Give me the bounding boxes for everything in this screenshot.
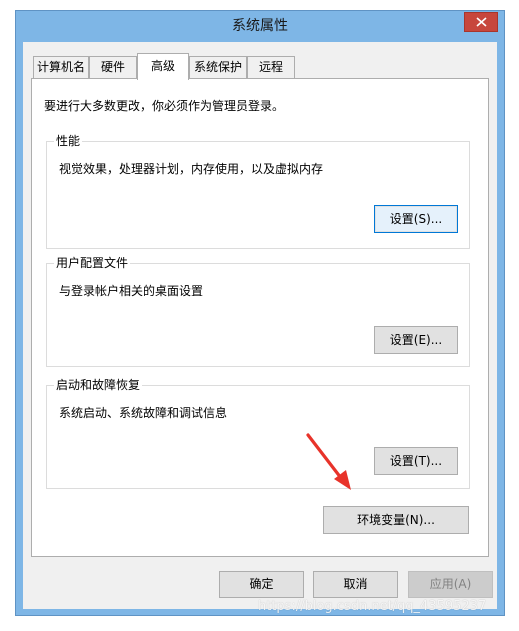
tab-advanced[interactable]: 高级 <box>137 53 189 80</box>
tab-remote[interactable]: 远程 <box>247 56 295 78</box>
tab-system-protection[interactable]: 系统保护 <box>189 56 247 78</box>
performance-group: 性能 视觉效果，处理器计划，内存使用，以及虚拟内存 设置(S)... <box>46 133 470 249</box>
system-properties-window: 系统属性 计算机名 硬件 高级 系统保护 远程 要进行大多数更改，你必须作为管理… <box>15 10 505 616</box>
user-profiles-label: 用户配置文件 <box>54 255 131 271</box>
dialog-client-area: 计算机名 硬件 高级 系统保护 远程 要进行大多数更改，你必须作为管理员登录。 … <box>23 42 497 609</box>
close-icon <box>476 17 487 27</box>
ok-button[interactable]: 确定 <box>219 571 304 598</box>
cancel-button[interactable]: 取消 <box>313 571 398 598</box>
tab-hardware[interactable]: 硬件 <box>89 56 137 78</box>
startup-recovery-description: 系统启动、系统故障和调试信息 <box>59 406 228 420</box>
user-profiles-description: 与登录帐户相关的桌面设置 <box>59 284 204 298</box>
startup-recovery-settings-button[interactable]: 设置(T)... <box>374 447 458 475</box>
startup-recovery-group: 启动和故障恢复 系统启动、系统故障和调试信息 设置(T)... <box>46 377 470 489</box>
user-profiles-group: 用户配置文件 与登录帐户相关的桌面设置 设置(E)... <box>46 255 470 367</box>
title-bar[interactable]: 系统属性 <box>16 11 504 42</box>
admin-notice: 要进行大多数更改，你必须作为管理员登录。 <box>44 99 285 113</box>
environment-variables-button[interactable]: 环境变量(N)... <box>323 506 469 534</box>
red-arrow-icon <box>306 433 351 490</box>
startup-recovery-label: 启动和故障恢复 <box>54 377 143 393</box>
close-button[interactable] <box>464 12 498 32</box>
performance-label: 性能 <box>54 133 83 149</box>
tab-computer-name[interactable]: 计算机名 <box>33 56 89 78</box>
watermark-text: https://blog.csdn.net/qq_43595237 <box>258 599 487 614</box>
performance-description: 视觉效果，处理器计划，内存使用，以及虚拟内存 <box>59 162 324 176</box>
apply-button[interactable]: 应用(A) <box>408 571 493 598</box>
performance-settings-button[interactable]: 设置(S)... <box>374 205 458 233</box>
window-title: 系统属性 <box>232 18 288 34</box>
user-profiles-settings-button[interactable]: 设置(E)... <box>374 326 458 354</box>
